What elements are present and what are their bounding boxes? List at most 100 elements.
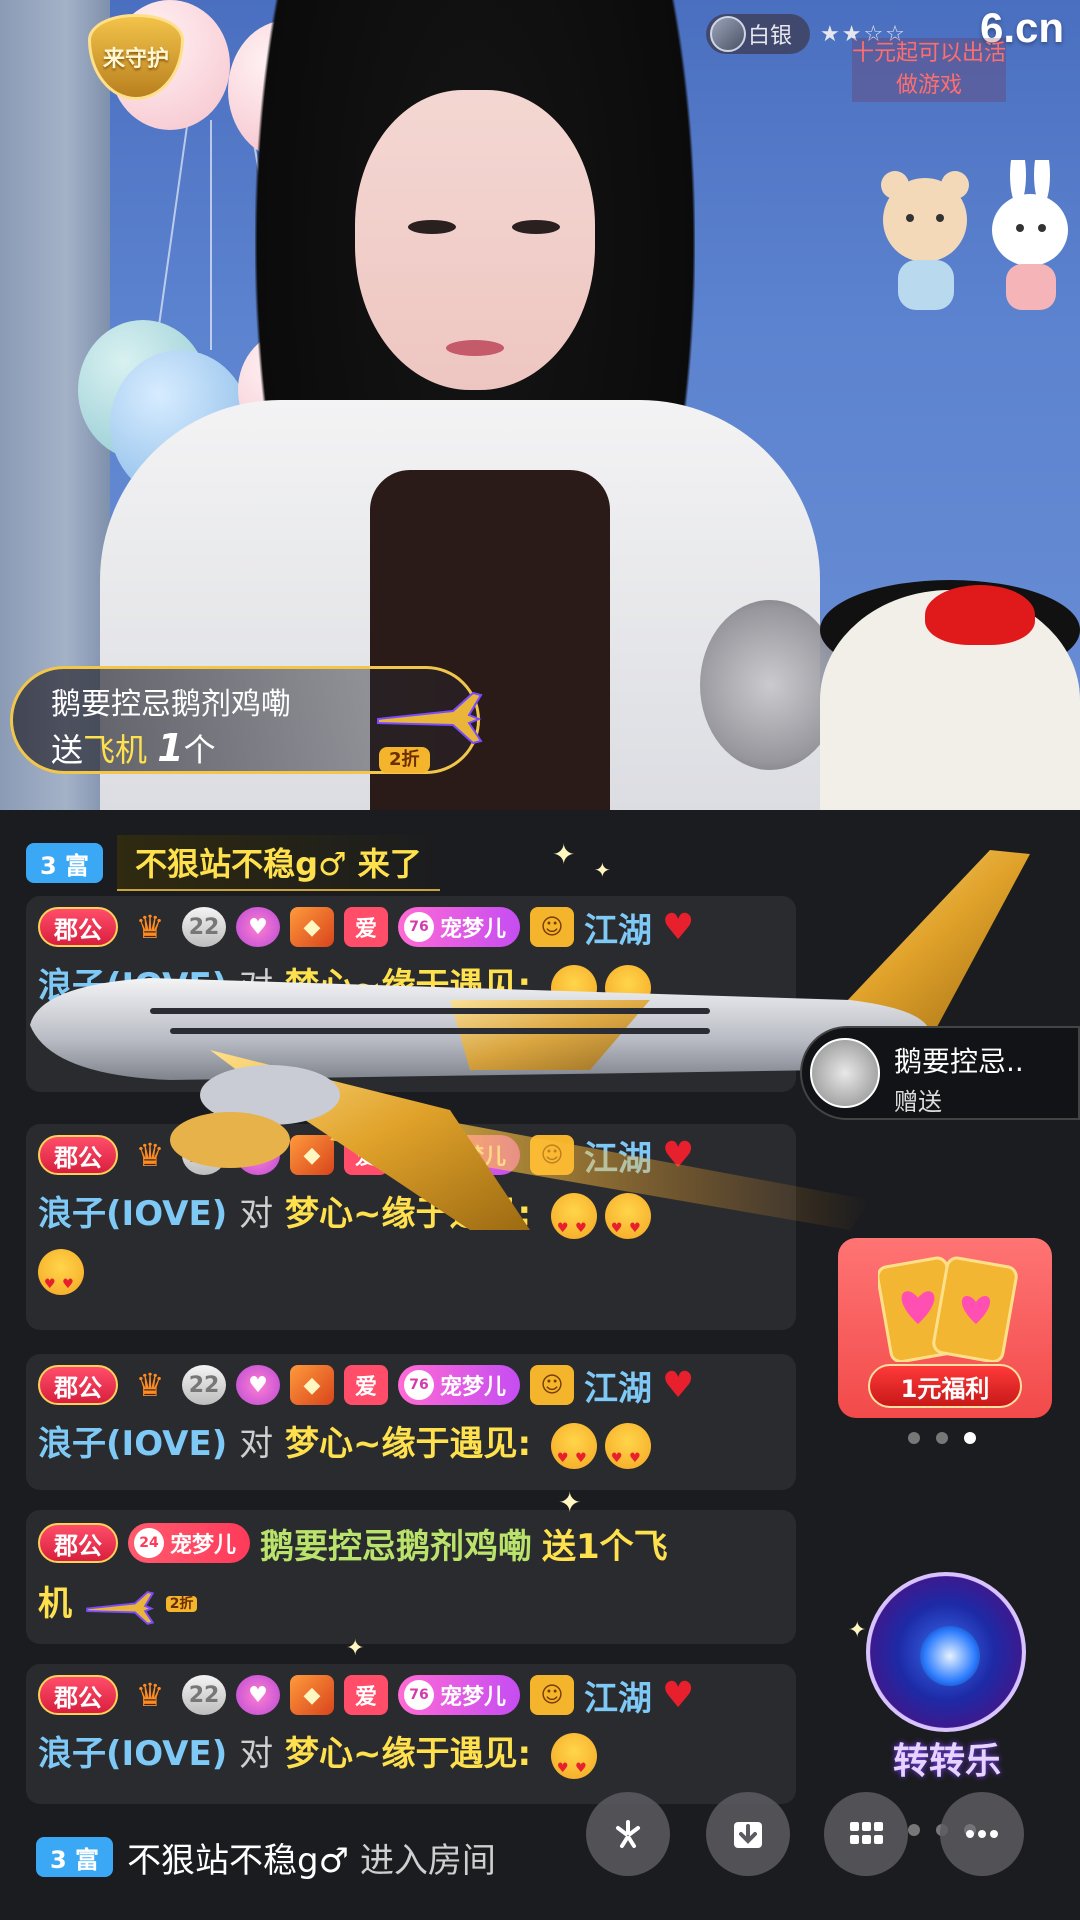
crown-icon: ♛ xyxy=(135,908,165,946)
love-badge: 爱 xyxy=(344,1135,388,1175)
heart-eyes-emoji-icon xyxy=(550,1192,597,1257)
fan-club-name: 宠梦儿 xyxy=(440,1375,507,1400)
message-text: 浪子(IOVE) 对 梦心~缘于遇见: xyxy=(26,1726,796,1797)
join-username[interactable]: 不狠站不稳g♂ xyxy=(127,1841,349,1881)
balloon-string xyxy=(210,120,212,350)
carousel-dot[interactable] xyxy=(908,1824,920,1836)
gift-send-word: 送 xyxy=(51,731,84,769)
heart-badge-icon: ♥ xyxy=(236,1135,280,1175)
gift-message-line: 郡公 24 宠梦儿 鹅要控忌鹅剂鸡嘞 送1个飞 xyxy=(26,1510,796,1576)
fan-club-badge: 76 宠梦儿 xyxy=(398,1135,521,1175)
username[interactable]: 江湖 xyxy=(584,1671,652,1720)
chat-message[interactable]: 郡公 ♛ 22 ♥ ◆ 爱 76 宠梦儿 ☺ 江湖 ♥ 浪子(IOVE) 对 梦心… xyxy=(26,1664,796,1804)
gift-discount-badge: 2折 xyxy=(165,1596,198,1612)
rank-pill: 白银 xyxy=(706,14,811,54)
apps-button[interactable] xyxy=(824,1792,908,1876)
gift-line: 送飞机 1个 xyxy=(51,725,216,771)
more-button[interactable] xyxy=(940,1792,1024,1876)
share-icon xyxy=(616,1820,640,1848)
gift-discount-badge: 2折 xyxy=(379,747,430,773)
gift-action: 送1个飞 xyxy=(542,1526,668,1567)
gift-action-tail: 机 xyxy=(38,1584,72,1624)
chat-message[interactable]: 郡公 ♛ 22 ♥ ◆ 爱 76 宠梦儿 ☺ 江湖 ♥ 浪子(IOVE) 对 梦心… xyxy=(26,1354,796,1490)
user-icon: ☺ xyxy=(530,907,575,947)
gift-notice-popup[interactable]: 鹅要控忌.. 赠送 xyxy=(800,1026,1080,1120)
plane-gift-icon xyxy=(377,691,483,745)
download-button[interactable] xyxy=(706,1792,790,1876)
target-name: 梦心~缘于遇见: xyxy=(284,966,532,1006)
treasure-badge-icon: ◆ xyxy=(290,1365,334,1405)
heart-eyes-emoji-icon xyxy=(550,1422,597,1487)
gift-notice-sender: 鹅要控忌.. xyxy=(894,1045,1024,1078)
streamer-eye xyxy=(408,220,456,234)
spin-wheel-label[interactable]: 转转乐 xyxy=(852,1732,1042,1784)
message-badges: 郡公 ♛ 22 ♥ ◆ 爱 76 宠梦儿 ☺ 江湖 ♥ xyxy=(26,1124,796,1186)
heart-icon: ♥ xyxy=(662,906,695,948)
fan-level: 24 xyxy=(134,1528,164,1558)
sparkle-icon: ✦ xyxy=(848,1618,867,1643)
fan-level: 76 xyxy=(404,1680,434,1710)
sender-name[interactable]: 浪子(IOVE) xyxy=(38,1194,227,1234)
sparkle-icon: ✦ xyxy=(594,858,611,882)
username[interactable]: 江湖 xyxy=(584,903,652,952)
carousel-dot-active[interactable] xyxy=(964,1432,976,1444)
gift-notice-action: 赠送 xyxy=(894,1088,942,1116)
gift-sender-name[interactable]: 鹅要控忌鹅剂鸡嘞 xyxy=(260,1519,532,1568)
fan-level: 76 xyxy=(404,912,434,942)
message-text: 浪子(IOVE) 对 梦心~缘于遇见: xyxy=(26,1186,796,1313)
gift-count: 1 xyxy=(157,726,184,770)
gift-name: 飞机 xyxy=(83,731,148,769)
heart-eyes-emoji-icon xyxy=(604,964,651,1029)
rank-emblem-icon xyxy=(710,16,746,52)
heart-eyes-emoji-icon xyxy=(550,1732,597,1797)
spin-wheel-button[interactable] xyxy=(866,1572,1026,1732)
share-button[interactable] xyxy=(586,1792,670,1876)
microphone xyxy=(700,600,840,770)
guard-level-icon: 22 xyxy=(182,1675,226,1715)
heart-icon: ♥ xyxy=(662,1134,695,1176)
avatar[interactable] xyxy=(810,1038,880,1108)
sender-name[interactable]: 浪子(IOVE) xyxy=(38,966,227,1006)
carousel-dot[interactable] xyxy=(936,1432,948,1444)
noble-rank-badge: 郡公 xyxy=(38,1523,118,1563)
wealth-level-badge: 3 富 xyxy=(26,843,104,883)
carousel-dot[interactable] xyxy=(908,1432,920,1444)
fan-club-badge: 76 宠梦儿 xyxy=(398,907,521,947)
love-badge: 爱 xyxy=(344,907,388,947)
wealth-level-badge: 3 富 xyxy=(36,1837,114,1877)
enter-notice-text: 不狠站不稳g♂ 来了 xyxy=(117,835,440,891)
fan-level: 76 xyxy=(404,1140,434,1170)
plane-gift-icon xyxy=(86,1590,155,1625)
streamer-eye xyxy=(512,220,560,234)
gift-banner: 鹅要控忌鹅剂鸡嘞 送飞机 1个 2折 xyxy=(10,666,483,774)
username[interactable]: 江湖 xyxy=(584,1131,652,1180)
sender-name[interactable]: 浪子(IOVE) xyxy=(38,1424,227,1464)
download-icon xyxy=(734,1822,762,1848)
message-text: 浪子(IOVE) 对 梦心~缘于遇见: xyxy=(26,958,796,1029)
sparkle-icon: ✦ xyxy=(558,1486,582,1519)
sender-name[interactable]: 浪子(IOVE) xyxy=(38,1734,227,1774)
noble-rank-badge: 郡公 xyxy=(38,1675,118,1715)
gift-sender: 鹅要控忌鹅剂鸡嘞 xyxy=(51,687,291,722)
heart-eyes-emoji-icon xyxy=(38,1248,84,1313)
live-video[interactable]: 来守护 白银 ★★☆☆ 6.cn 十元起可以出活做游戏 鹅要控忌鹅剂鸡嘞 送飞机… xyxy=(0,0,1080,810)
chat-message[interactable]: 郡公 ♛ 22 ♥ ◆ 爱 76 宠梦儿 ☺ 江湖 ♥ 浪子(IOVE) 对 梦心… xyxy=(26,1124,796,1330)
message-badges: 郡公 ♛ 22 ♥ ◆ 爱 76 宠梦儿 ☺ 江湖 ♥ xyxy=(26,1354,796,1416)
to-word: 对 xyxy=(239,1424,274,1464)
carousel-dots xyxy=(908,1432,976,1444)
message-badges: 郡公 ♛ 22 ♥ ◆ 爱 76 宠梦儿 ☺ 江湖 ♥ xyxy=(26,896,796,958)
fan-club-name: 宠梦儿 xyxy=(440,1145,507,1170)
fan-club-name: 宠梦儿 xyxy=(440,1685,507,1710)
target-name: 梦心~缘于遇见: xyxy=(284,1734,532,1774)
gift-message[interactable]: 郡公 24 宠梦儿 鹅要控忌鹅剂鸡嘞 送1个飞 机 2折 xyxy=(26,1510,796,1644)
join-notice-text: 不狠站不稳g♂ 进入房间 xyxy=(127,1833,496,1882)
welfare-button[interactable]: 1元福利 xyxy=(868,1364,1022,1408)
to-word: 对 xyxy=(239,1734,274,1774)
crown-icon: ♛ xyxy=(135,1136,165,1174)
chat-message[interactable]: 郡公 ♛ 22 ♥ ◆ 爱 76 宠梦儿 ☺ 江湖 ♥ 浪子(IOVE) 对 梦心… xyxy=(26,896,796,1092)
username[interactable]: 江湖 xyxy=(584,1361,652,1410)
welfare-promo-card[interactable]: 1元福利 xyxy=(838,1238,1052,1418)
target-name: 梦心~缘于遇见: xyxy=(284,1194,532,1234)
heart-icon: ♥ xyxy=(662,1364,695,1406)
promo-text: 十元起可以出活做游戏 xyxy=(852,38,1006,102)
